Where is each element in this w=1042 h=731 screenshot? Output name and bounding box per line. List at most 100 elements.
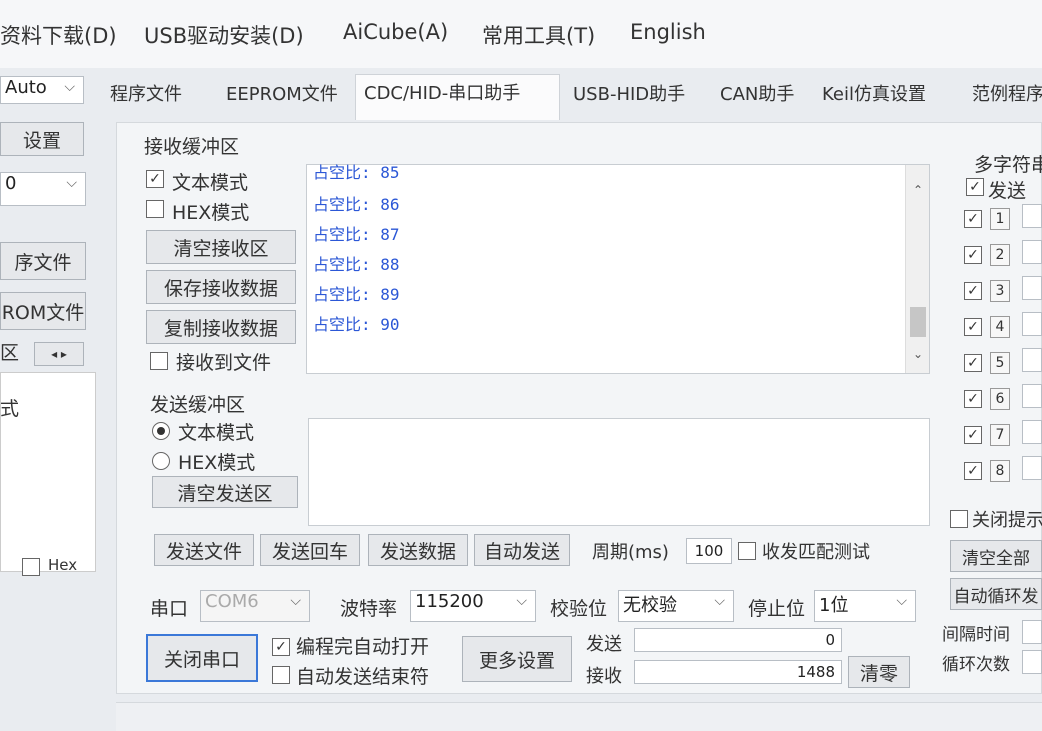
multi-checkbox-3[interactable]: ✓	[964, 282, 982, 300]
send-text-mode-radio[interactable]	[152, 422, 170, 440]
auto-open-checkbox[interactable]: ✓	[272, 638, 290, 656]
multi-number-3: 3	[990, 280, 1010, 302]
tab-examples[interactable]: 范例程序	[972, 80, 1042, 106]
multi-checkbox-5[interactable]: ✓	[964, 354, 982, 372]
send-hex-mode-radio[interactable]	[152, 452, 170, 470]
tab-eeprom-file[interactable]: EEPROM文件	[226, 80, 338, 106]
close-tip-checkbox[interactable]	[950, 510, 968, 528]
loop-count-input[interactable]	[1022, 650, 1042, 674]
left-right-scroll-icon[interactable]: ◂ ▸	[34, 342, 84, 366]
receive-hex-mode-checkbox[interactable]	[146, 200, 164, 218]
send-hex-mode-label: HEX模式	[178, 452, 256, 474]
match-test-checkbox[interactable]	[738, 542, 756, 560]
interval-input[interactable]	[1022, 620, 1042, 644]
menu-aicube[interactable]: AiCube(A)	[343, 20, 448, 44]
parity-label: 校验位	[550, 598, 608, 620]
main-tabs: 程序文件 EEPROM文件 CDC/HID-串口助手 USB-HID助手 CAN…	[100, 72, 1042, 120]
hex-label: Hex	[48, 556, 78, 574]
menu-data-download[interactable]: 资料下载(D)	[0, 20, 117, 50]
tab-keil-sim[interactable]: Keil仿真设置	[822, 80, 926, 106]
receive-scrollbar[interactable]: ⌃ ⌄	[905, 165, 929, 373]
receive-line-86: 占空比: 86	[313, 195, 400, 214]
tab-cdc-hid-serial[interactable]: CDC/HID-串口助手	[355, 74, 560, 120]
clear-all-button[interactable]: 清空全部	[950, 540, 1042, 572]
multi-number-6: 6	[990, 388, 1010, 410]
multi-number-8: 8	[990, 460, 1010, 482]
multi-checkbox-1[interactable]: ✓	[964, 210, 982, 228]
more-settings-button[interactable]: 更多设置	[462, 636, 572, 682]
multi-string-field-7[interactable]	[1022, 420, 1042, 444]
port-select[interactable]: COM6 ⌵	[200, 590, 310, 622]
send-text-mode-label: 文本模式	[178, 422, 255, 444]
copy-receive-button[interactable]: 复制接收数据	[146, 310, 296, 344]
mode-label: 式	[0, 398, 20, 420]
interval-label: 间隔时间	[942, 625, 1010, 645]
clear-count-button[interactable]: 清零	[848, 656, 910, 688]
multi-checkbox-7[interactable]: ✓	[964, 426, 982, 444]
auto-send-button[interactable]: 自动发送	[474, 534, 570, 566]
multi-send-checkbox[interactable]: ✓	[966, 178, 984, 196]
settings-button[interactable]: 设置	[0, 122, 84, 156]
period-input[interactable]: 100	[686, 538, 732, 564]
multi-string-field-6[interactable]	[1022, 384, 1042, 408]
tab-can[interactable]: CAN助手	[720, 80, 794, 106]
baud-select[interactable]: 115200 ⌵	[410, 590, 536, 622]
menu-english[interactable]: English	[630, 20, 706, 44]
multi-string-field-2[interactable]	[1022, 240, 1042, 264]
scroll-down-icon[interactable]: ⌄	[913, 347, 923, 361]
send-file-button[interactable]: 发送文件	[154, 534, 254, 566]
multi-string-title: 多字符串	[974, 154, 1042, 176]
close-port-button[interactable]: 关闭串口	[146, 634, 258, 682]
receive-line-90: 占空比: 90	[313, 315, 400, 334]
tab-program-file[interactable]: 程序文件	[110, 80, 182, 106]
auto-end-checkbox[interactable]	[272, 666, 290, 684]
receive-line-88: 占空比: 88	[313, 255, 400, 274]
multi-string-field-8[interactable]	[1022, 456, 1042, 480]
receive-textarea[interactable]: 占空比: 85 占空比: 86 占空比: 87 占空比: 88 占空比: 89 …	[306, 163, 930, 374]
eeprom-file-button[interactable]: ROM文件	[0, 292, 86, 330]
scroll-up-icon[interactable]: ⌃	[913, 183, 923, 197]
multi-string-field-1[interactable]	[1022, 204, 1042, 228]
send-count-label: 发送	[586, 634, 622, 655]
hex-checkbox[interactable]	[22, 558, 40, 576]
receive-hex-mode-label: HEX模式	[172, 202, 250, 224]
multi-checkbox-2[interactable]: ✓	[964, 246, 982, 264]
parity-select[interactable]: 无校验 ⌵	[618, 590, 734, 622]
multi-send-label: 发送	[988, 180, 1027, 202]
auto-select[interactable]: Auto ⌵	[0, 76, 84, 104]
multi-number-1: 1	[990, 208, 1010, 230]
send-data-button[interactable]: 发送数据	[368, 534, 468, 566]
menu-usb-driver[interactable]: USB驱动安装(D)	[144, 20, 304, 50]
receive-count-label: 接收	[586, 666, 622, 687]
send-enter-button[interactable]: 发送回车	[260, 534, 360, 566]
program-file-button[interactable]: 序文件	[0, 242, 86, 280]
multi-string-field-4[interactable]	[1022, 312, 1042, 336]
receive-to-file-checkbox[interactable]	[150, 352, 168, 370]
send-textarea[interactable]	[308, 418, 930, 526]
receive-line-89: 占空比: 89	[313, 285, 400, 304]
send-title: 发送缓冲区	[150, 394, 246, 416]
multi-number-7: 7	[990, 424, 1010, 446]
scroll-thumb[interactable]	[910, 307, 926, 337]
loop-count-label: 循环次数	[942, 655, 1010, 675]
menu-bar: 资料下载(D) USB驱动安装(D) AiCube(A) 常用工具(T) Eng…	[0, 0, 1042, 68]
multi-string-field-3[interactable]	[1022, 276, 1042, 300]
clear-receive-button[interactable]: 清空接收区	[146, 230, 296, 264]
receive-line-87: 占空比: 87	[313, 225, 400, 244]
multi-checkbox-6[interactable]: ✓	[964, 390, 982, 408]
clear-send-button[interactable]: 清空发送区	[152, 476, 298, 508]
period-label: 周期(ms)	[592, 542, 669, 563]
save-receive-button[interactable]: 保存接收数据	[146, 270, 296, 304]
stop-select[interactable]: 1位 ⌵	[814, 590, 916, 622]
multi-checkbox-4[interactable]: ✓	[964, 318, 982, 336]
multi-checkbox-8[interactable]: ✓	[964, 462, 982, 480]
multi-number-2: 2	[990, 244, 1010, 266]
left-sidebar: Auto ⌵ 设置 0 ⌵ 序文件 ROM文件 区 ◂ ▸ 式 Hex	[0, 70, 100, 730]
receive-text-mode-checkbox[interactable]: ✓	[146, 170, 164, 188]
multi-string-field-5[interactable]	[1022, 348, 1042, 372]
auto-end-label: 自动发送结束符	[296, 666, 430, 688]
auto-loop-button[interactable]: 自动循环发	[950, 578, 1042, 610]
menu-common-tools[interactable]: 常用工具(T)	[482, 20, 595, 50]
tab-usb-hid[interactable]: USB-HID助手	[573, 80, 685, 106]
value-select[interactable]: 0 ⌵	[0, 172, 86, 206]
